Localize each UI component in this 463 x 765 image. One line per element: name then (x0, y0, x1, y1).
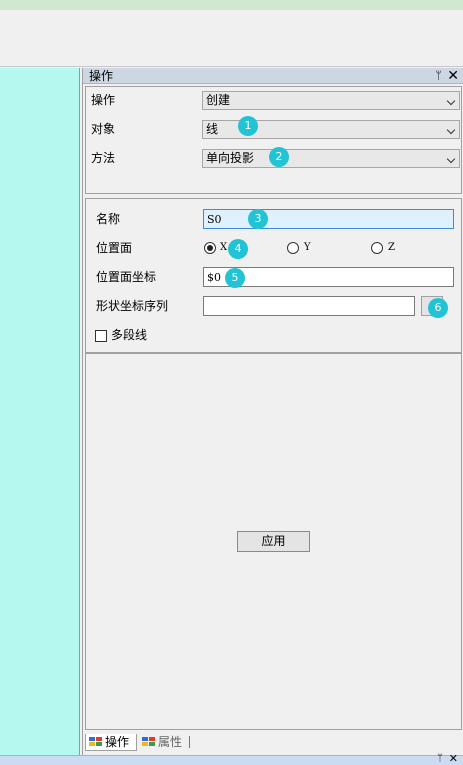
operation-combo-value: 创建 (206, 93, 231, 107)
panel-title: 操作 (89, 69, 114, 83)
drawing-canvas[interactable] (0, 68, 80, 755)
chevron-down-icon (446, 125, 456, 135)
operation-settings-group: 操作 创建 对象 线 1 方法 单向投影 2 (85, 86, 462, 194)
name-label: 名称 (96, 212, 121, 226)
operation-panel: 操作 ᛘ ✕ 操作 创建 对象 线 1 方法 单向投影 2 名称 S0 3 位置… (82, 68, 463, 755)
callout-badge-3: 3 (248, 209, 268, 229)
chevron-down-icon (446, 96, 456, 106)
method-combo-value: 单向投影 (206, 151, 255, 165)
plane-radio-y[interactable] (287, 242, 299, 254)
shape-sequence-input[interactable] (203, 296, 415, 316)
tab-separator (189, 736, 190, 748)
method-label: 方法 (91, 151, 116, 165)
plane-radio-x-label: X (220, 242, 228, 253)
method-combo[interactable]: 单向投影 (202, 149, 460, 168)
callout-badge-2: 2 (269, 147, 289, 167)
object-label: 对象 (91, 122, 116, 136)
pin-icon[interactable]: ᛘ (435, 69, 442, 83)
plane-label: 位置面 (96, 241, 133, 255)
apply-button[interactable]: 应用 (237, 531, 310, 552)
pin-icon[interactable]: ᛘ (437, 753, 443, 764)
callout-badge-1: 1 (238, 116, 258, 136)
line-parameters-group: 名称 S0 3 位置面 X 4 Y Z 位置面坐标 $0 5 形状坐标序列 6 … (85, 198, 462, 353)
window-tab-icon (142, 737, 155, 747)
plane-coordinate-value: $0 (207, 271, 221, 284)
polyline-label: 多段线 (111, 328, 148, 342)
top-strip (0, 0, 463, 10)
plane-radio-z-label: Z (388, 242, 395, 253)
tab-properties[interactable]: 属性 (139, 734, 189, 751)
panel-header: 操作 ᛘ ✕ (83, 68, 463, 84)
callout-badge-5: 5 (225, 268, 245, 288)
plane-radio-z[interactable] (371, 242, 383, 254)
chevron-down-icon (446, 154, 456, 164)
name-input-value: S0 (207, 213, 222, 226)
plane-radio-x[interactable] (204, 242, 216, 254)
close-icon[interactable]: ✕ (449, 752, 458, 765)
tab-operation-label: 操作 (105, 735, 130, 749)
plane-radio-y-label: Y (304, 242, 311, 253)
polyline-checkbox[interactable] (95, 330, 107, 342)
callout-badge-6: 6 (428, 298, 448, 318)
toolbar-area (0, 10, 463, 67)
operation-combo[interactable]: 创建 (202, 91, 460, 110)
shape-sequence-label: 形状坐标序列 (96, 299, 169, 313)
window-tab-icon (89, 737, 102, 747)
panel-tabbar: 操作 属性 (83, 733, 463, 751)
object-combo-value: 线 (206, 122, 219, 136)
plane-coordinate-label: 位置面坐标 (96, 270, 157, 284)
name-input[interactable]: S0 (203, 209, 454, 229)
operation-label: 操作 (91, 93, 116, 107)
action-area: 应用 (85, 353, 462, 730)
tab-operation[interactable]: 操作 (85, 734, 137, 751)
bottom-panel-header: ᛘ ✕ (0, 752, 463, 765)
close-icon[interactable]: ✕ (447, 68, 459, 84)
callout-badge-4: 4 (228, 239, 248, 259)
radio-selected-dot (207, 245, 213, 251)
tab-properties-label: 属性 (158, 735, 183, 749)
